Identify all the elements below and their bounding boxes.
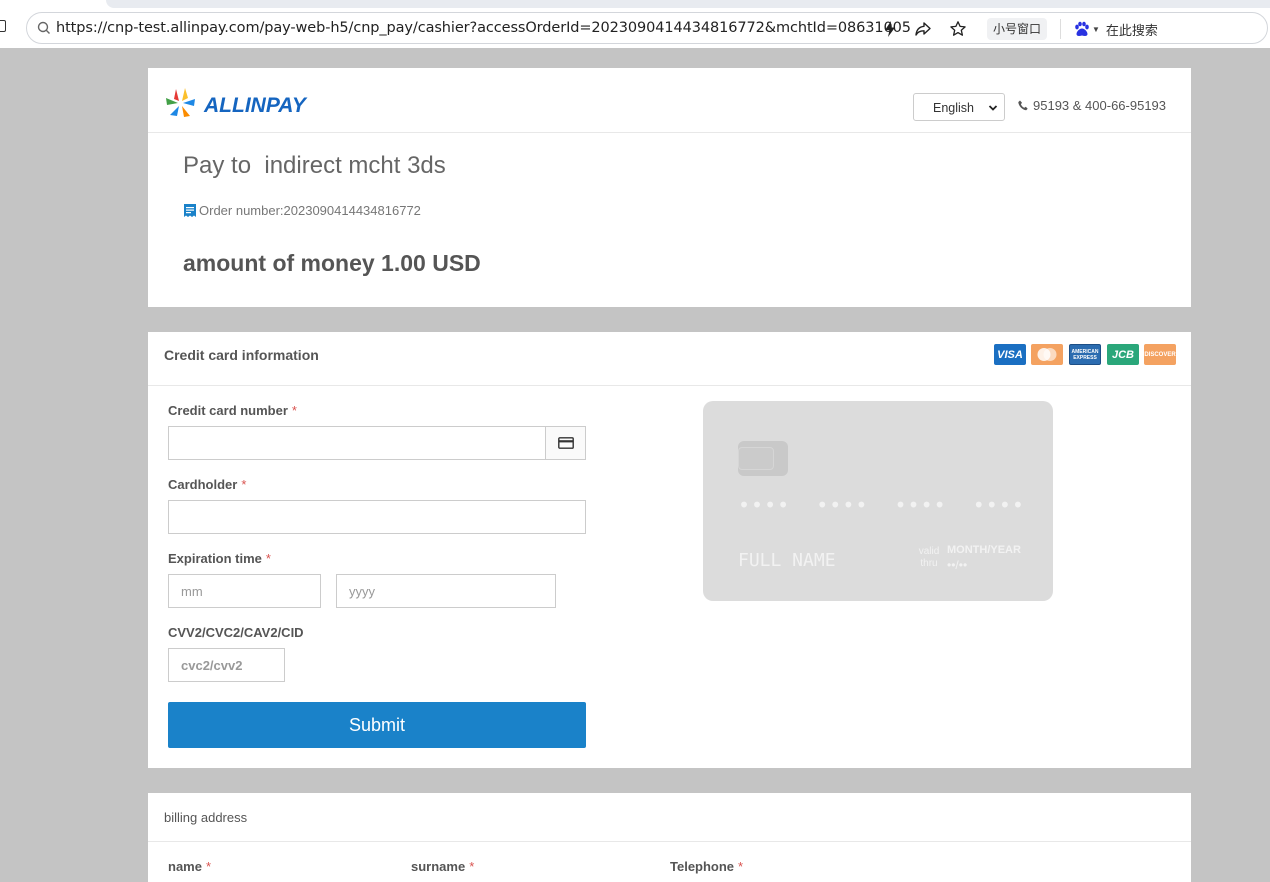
- chip-detail: [738, 447, 774, 470]
- preview-expiry-label: MONTH/YEAR: [947, 544, 1021, 556]
- amex-icon: AMERICAN EXPRESS: [1069, 344, 1101, 365]
- preview-card-name: FULL NAME: [738, 550, 836, 571]
- address-bar[interactable]: https://cnp-test.allinpay.com/pay-web-h5…: [26, 12, 1268, 44]
- credit-card-panel: Credit card information VISA AMERICAN EXP…: [148, 332, 1191, 768]
- preview-card-number: •••• •••• •••• ••••: [738, 493, 1025, 517]
- logo-text: ALLINPAY: [203, 94, 308, 117]
- language-value: English: [933, 101, 974, 115]
- billing-title: billing address: [164, 810, 248, 825]
- phone-icon: [1018, 100, 1028, 111]
- cardholder-label: Cardholder *: [168, 477, 247, 492]
- billing-header: billing address: [148, 793, 1191, 842]
- home-icon[interactable]: [0, 20, 6, 32]
- url-text[interactable]: https://cnp-test.allinpay.com/pay-web-h5…: [56, 20, 911, 36]
- discover-icon: DISCOVER: [1144, 344, 1176, 365]
- mastercard-icon: [1031, 344, 1063, 365]
- credit-card-icon: [545, 426, 586, 460]
- search-input[interactable]: 在此搜索: [1106, 20, 1158, 39]
- merchant-header: ALLINPAY English 95193 & 400-66-95193: [148, 68, 1191, 133]
- small-window-button[interactable]: 小号窗口: [987, 18, 1048, 40]
- service-phone: 95193 & 400-66-95193: [1018, 98, 1166, 113]
- card-panel-title: Credit card information: [164, 347, 319, 363]
- visa-icon: VISA: [994, 344, 1026, 365]
- order-number: Order number:2023090414434816772: [183, 203, 421, 218]
- preview-valid-thru: valid thru: [918, 546, 940, 569]
- jcb-icon: JCB: [1107, 344, 1139, 365]
- allinpay-logo: ALLINPAY: [166, 88, 308, 117]
- card-number-input[interactable]: [168, 426, 546, 460]
- chevron-down-icon: [988, 105, 998, 111]
- cardholder-input[interactable]: [168, 500, 586, 534]
- submit-button[interactable]: Submit: [168, 702, 586, 748]
- cvv-input[interactable]: cvc2/cvv2: [168, 648, 285, 682]
- preview-expiry: MONTH/YEAR ••/••: [947, 543, 1021, 573]
- divider: [1060, 19, 1061, 39]
- merchant-name: Pay to indirect mcht 3ds: [183, 152, 446, 179]
- baidu-paw-icon: [1075, 21, 1089, 36]
- search-engine-selector[interactable]: ▼ 在此搜索: [1073, 19, 1158, 39]
- surname-label: surname *: [411, 859, 475, 874]
- telephone-label: Telephone *: [670, 859, 744, 874]
- tab-strip: [106, 0, 1270, 8]
- receipt-icon: [184, 204, 196, 217]
- language-select[interactable]: English: [913, 93, 1005, 121]
- expiration-label: Expiration time *: [168, 551, 271, 566]
- browser-toolbar: https://cnp-test.allinpay.com/pay-web-h5…: [0, 0, 1270, 48]
- logo-mark-icon: [166, 88, 195, 117]
- preview-expiry-value: ••/••: [947, 558, 968, 572]
- name-label: name *: [168, 859, 212, 874]
- search-icon: [37, 21, 50, 34]
- billing-address-panel: billing address name * surname * Telephone…: [148, 793, 1191, 882]
- card-preview: •••• •••• •••• •••• FULL NAME valid thru…: [703, 401, 1053, 601]
- lightning-icon[interactable]: [881, 20, 899, 38]
- share-icon[interactable]: [914, 20, 932, 38]
- order-number-text: Order number:2023090414434816772: [199, 203, 421, 218]
- chevron-down-icon: ▼: [1092, 24, 1100, 34]
- expiration-month-input[interactable]: mm: [168, 574, 321, 608]
- expiration-year-input[interactable]: yyyy: [336, 574, 556, 608]
- star-icon[interactable]: [949, 20, 967, 38]
- card-panel-header: Credit card information VISA AMERICAN EXP…: [148, 332, 1191, 386]
- order-summary-panel: ALLINPAY English 95193 & 400-66-95193 Pa…: [148, 68, 1191, 307]
- cvv-label: CVV2/CVC2/CAV2/CID: [168, 625, 304, 640]
- payment-amount: amount of money 1.00 USD: [183, 250, 481, 276]
- card-number-label: Credit card number *: [168, 403, 297, 418]
- phone-number: 95193 & 400-66-95193: [1033, 98, 1167, 113]
